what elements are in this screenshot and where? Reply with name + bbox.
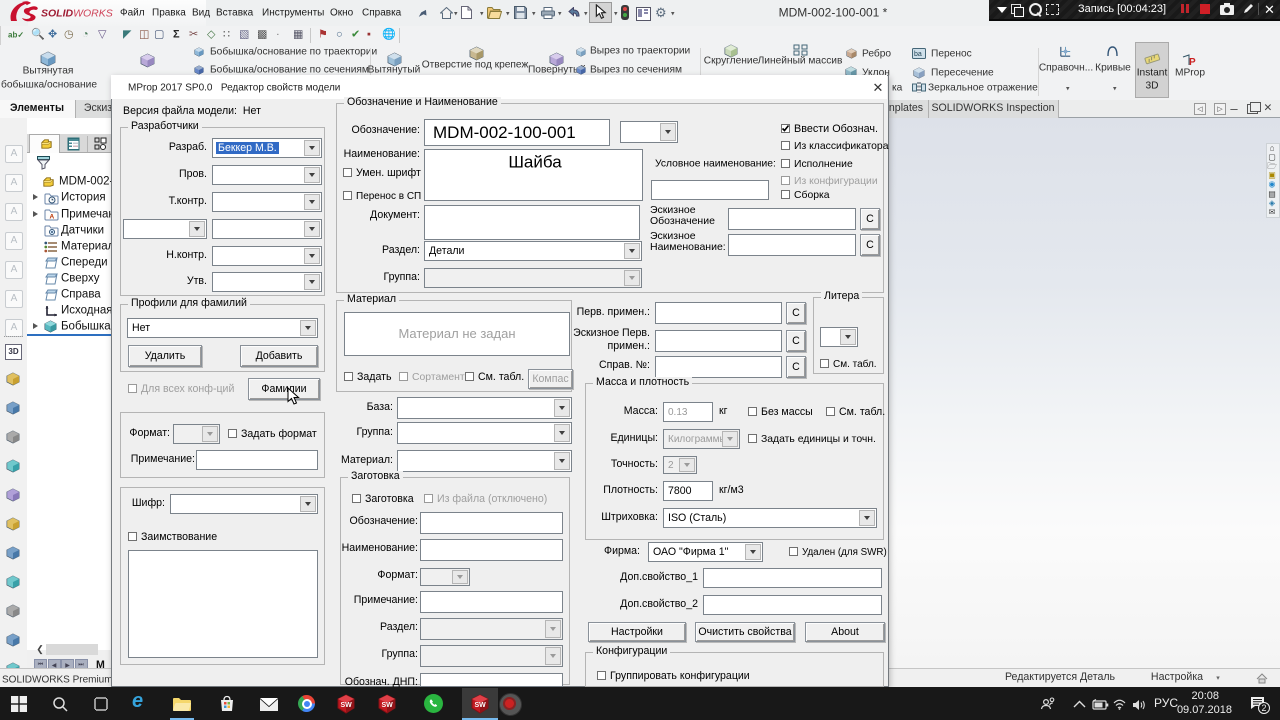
svg-text:SOLIDWORKS: SOLIDWORKS <box>41 8 113 20</box>
svg-text:ba: ba <box>914 51 922 58</box>
svg-text:SW: SW <box>341 702 353 709</box>
svg-text:SW: SW <box>382 702 394 709</box>
svg-text:A: A <box>50 214 55 221</box>
svg-text:P: P <box>1189 57 1196 67</box>
svg-text:SW: SW <box>475 702 487 709</box>
